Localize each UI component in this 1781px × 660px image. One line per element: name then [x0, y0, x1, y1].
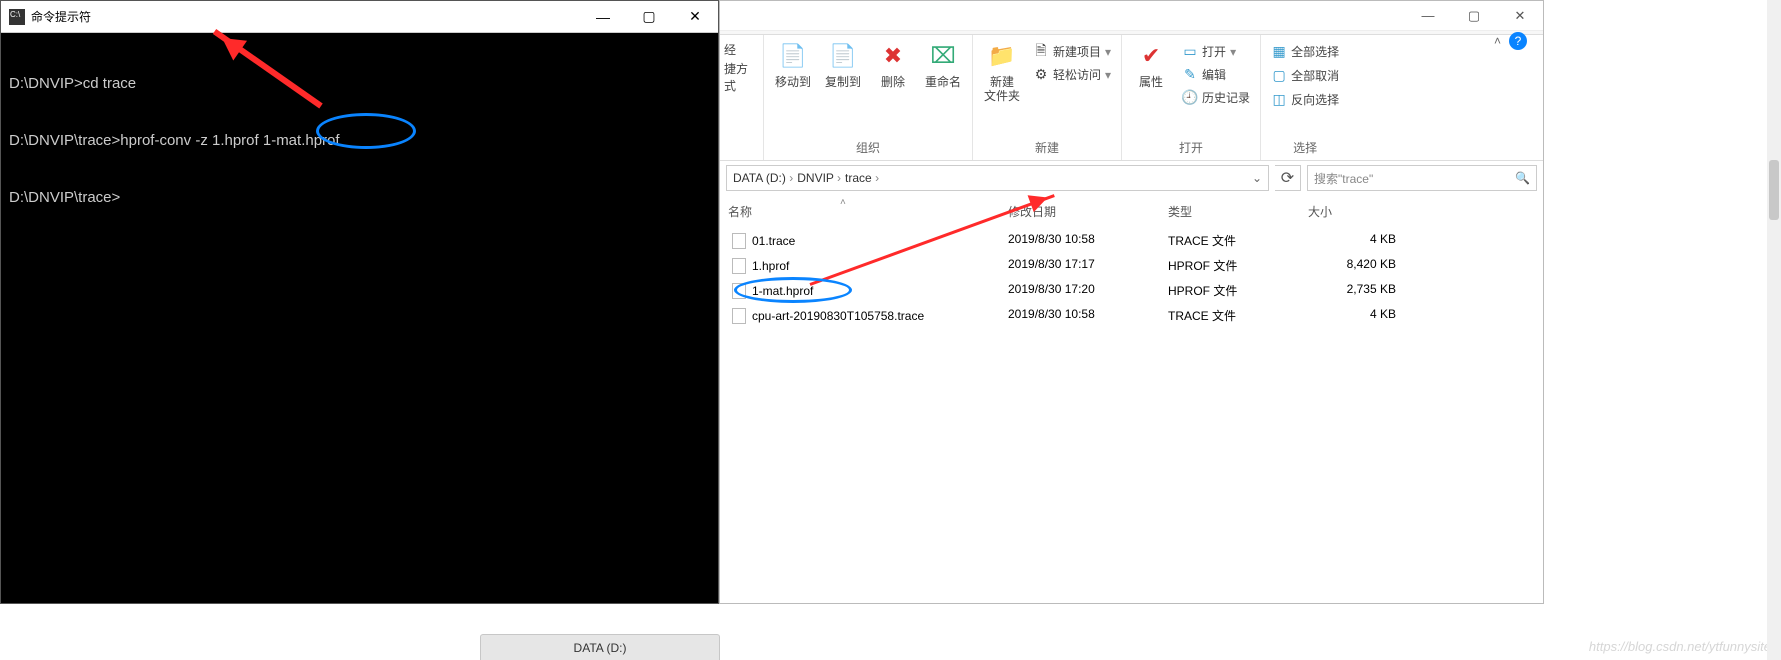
column-headers: 名称˄ 修改日期 类型 大小 [720, 195, 1543, 228]
annotation-red-arrow-icon [213, 29, 323, 108]
file-explorer-window: — ▢ ✕ ˄ ? 经 捷方式 📄 移动到 📄 [719, 0, 1544, 604]
file-row[interactable]: 01.trace 2019/8/30 10:58 TRACE 文件 4 KB [720, 228, 1543, 253]
new-item-button[interactable]: 🗎 新建项目▾ [1031, 41, 1113, 62]
crumb-trace[interactable]: trace [845, 171, 879, 185]
maximize-button[interactable]: ▢ [1451, 1, 1497, 31]
breadcrumb[interactable]: DATA (D:) DNVIP trace ⌄ [726, 165, 1269, 191]
page-scrollbar[interactable] [1767, 0, 1781, 660]
copy-to-button[interactable]: 📄 复制到 [822, 41, 864, 89]
drive-tab[interactable]: DATA (D:) [480, 634, 720, 660]
history-icon: 🕘 [1182, 90, 1198, 106]
properties-button[interactable]: ✔ 属性 [1130, 41, 1172, 89]
select-all-icon: ▦ [1271, 44, 1287, 60]
rename-icon: ⌧ [928, 41, 958, 71]
copy-to-icon: 📄 [828, 41, 858, 71]
command-prompt-window: 命令提示符 — ▢ ✕ D:\DNVIP>cd trace D:\DNVIP\t… [0, 0, 719, 604]
ribbon-truncated-text: 经 [724, 41, 736, 58]
file-row[interactable]: cpu-art-20190830T105758.trace 2019/8/30 … [720, 303, 1543, 328]
edit-icon: ✎ [1182, 67, 1198, 83]
folder-icon: 📁 [987, 41, 1017, 71]
file-icon [732, 308, 746, 324]
file-icon [732, 233, 746, 249]
move-to-button[interactable]: 📄 移动到 [772, 41, 814, 89]
scrollbar-thumb[interactable] [1769, 160, 1779, 220]
ribbon-collapse-icon[interactable]: ˄ [1494, 34, 1501, 48]
open-button[interactable]: ▭打开▾ [1180, 41, 1252, 62]
file-list: 名称˄ 修改日期 类型 大小 01.trace 2019/8/30 10:58 … [720, 195, 1543, 328]
cmd-title: 命令提示符 [31, 8, 580, 25]
select-none-icon: ▢ [1271, 68, 1287, 84]
col-date[interactable]: 修改日期 [1000, 195, 1160, 228]
ribbon-group-organize: 📄 移动到 📄 复制到 ✖ 删除 ⌧ 重命名 组织 [764, 35, 973, 160]
cmd-icon [9, 9, 25, 25]
search-placeholder: 搜索"trace" [1314, 170, 1373, 187]
chevron-down-icon[interactable]: ⌄ [1252, 171, 1262, 185]
history-button[interactable]: 🕘历史记录 [1180, 87, 1252, 108]
help-icon[interactable]: ? [1509, 32, 1527, 50]
properties-icon: ✔ [1136, 41, 1166, 71]
chevron-down-icon: ▾ [1105, 45, 1111, 59]
cmd-titlebar[interactable]: 命令提示符 — ▢ ✕ [1, 1, 718, 33]
search-input[interactable]: 搜索"trace" 🔍 [1307, 165, 1537, 191]
delete-icon: ✖ [878, 41, 908, 71]
col-name[interactable]: 名称˄ [720, 195, 1000, 228]
easy-access-icon: ⚙ [1033, 67, 1049, 83]
refresh-button[interactable]: ⟳ [1275, 165, 1301, 191]
col-type[interactable]: 类型 [1160, 195, 1300, 228]
rename-button[interactable]: ⌧ 重命名 [922, 41, 964, 89]
cmd-line-3: D:\DNVIP\trace> [9, 189, 120, 206]
file-icon [732, 258, 746, 274]
sort-asc-icon: ˄ [840, 197, 846, 208]
address-bar: DATA (D:) DNVIP trace ⌄ ⟳ 搜索"trace" 🔍 [720, 161, 1543, 195]
cmd-body[interactable]: D:\DNVIP>cd trace D:\DNVIP\trace>hprof-c… [1, 33, 718, 304]
close-button[interactable]: ✕ [672, 1, 718, 33]
select-none-button[interactable]: ▢全部取消 [1269, 65, 1341, 86]
ribbon-group-new: 📁 新建 文件夹 🗎 新建项目▾ ⚙ 轻松访问▾ 新建 [973, 35, 1122, 160]
select-all-button[interactable]: ▦全部选择 [1269, 41, 1341, 62]
annotation-blue-ellipse-icon [734, 277, 852, 303]
ribbon-group-select: ▦全部选择 ▢全部取消 ◫反向选择 选择 [1261, 35, 1349, 160]
annotation-blue-ellipse-icon [316, 113, 416, 149]
crumb-data-d[interactable]: DATA (D:) [733, 171, 793, 185]
maximize-button[interactable]: ▢ [626, 1, 672, 33]
crumb-dnvip[interactable]: DNVIP [797, 171, 841, 185]
file-row[interactable]: 1.hprof 2019/8/30 17:17 HPROF 文件 8,420 K… [720, 253, 1543, 278]
easy-access-button[interactable]: ⚙ 轻松访问▾ [1031, 64, 1113, 85]
col-size[interactable]: 大小 [1300, 195, 1420, 228]
minimize-button[interactable]: — [1405, 1, 1451, 31]
minimize-button[interactable]: — [580, 1, 626, 33]
move-to-icon: 📄 [778, 41, 808, 71]
search-icon: 🔍 [1515, 171, 1530, 185]
cmd-line-2: D:\DNVIP\trace>hprof-conv -z 1.hprof 1-m… [9, 132, 340, 149]
open-icon: ▭ [1182, 44, 1198, 60]
invert-selection-icon: ◫ [1271, 92, 1287, 108]
ribbon-truncated-text: 捷方式 [724, 60, 755, 94]
invert-selection-button[interactable]: ◫反向选择 [1269, 89, 1341, 110]
chevron-down-icon: ▾ [1105, 68, 1111, 82]
cmd-line-1: D:\DNVIP>cd trace [9, 75, 136, 92]
close-button[interactable]: ✕ [1497, 1, 1543, 31]
delete-button[interactable]: ✖ 删除 [872, 41, 914, 89]
watermark-text: https://blog.csdn.net/ytfunnysite [1589, 639, 1771, 654]
new-folder-button[interactable]: 📁 新建 文件夹 [981, 41, 1023, 103]
explorer-chrome: — ▢ ✕ [720, 1, 1543, 31]
ribbon-group-open: ✔ 属性 ▭打开▾ ✎编辑 🕘历史记录 打开 [1122, 35, 1261, 160]
ribbon: 经 捷方式 📄 移动到 📄 复制到 ✖ 删除 [720, 35, 1543, 161]
new-item-icon: 🗎 [1033, 44, 1049, 60]
edit-button[interactable]: ✎编辑 [1180, 64, 1252, 85]
